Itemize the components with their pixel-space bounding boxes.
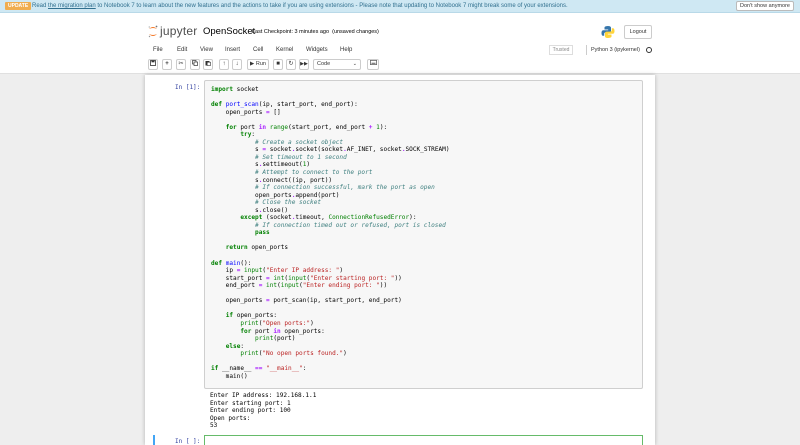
command-palette-button[interactable] (367, 59, 379, 70)
restart-button[interactable]: ↻ (286, 59, 296, 70)
cell-1-input[interactable]: import socket def port_scan(ip, start_po… (204, 80, 643, 389)
copy-button[interactable] (190, 59, 200, 70)
menu-file[interactable]: File (153, 44, 163, 56)
move-up-button[interactable]: ↑ (219, 59, 229, 70)
output-line: Enter IP address: 192.168.1.1 (210, 392, 317, 399)
scissors-icon: ✂ (178, 61, 184, 67)
interrupt-button[interactable]: ■ (273, 59, 283, 70)
run-label: Run (255, 61, 266, 67)
cell-1-prompt: In [1]: (175, 84, 201, 91)
cell-1-code[interactable]: import socket def port_scan(ip, start_po… (211, 86, 450, 380)
banner-text-before: Read (32, 3, 49, 9)
python-logo-icon (601, 26, 615, 38)
insert-cell-button[interactable]: + (162, 59, 172, 70)
menu-widgets[interactable]: Widgets (306, 44, 328, 56)
menu-kernel[interactable]: Kernel (276, 44, 293, 56)
plus-icon: + (165, 61, 169, 67)
menu-insert[interactable]: Insert (225, 44, 240, 56)
cell-type-value: Code (317, 61, 331, 67)
notebook-container: In [1]: import socket def port_scan(ip, … (145, 75, 655, 445)
checkpoint-status: Last Checkpoint: 3 minutes ago (unsaved … (252, 29, 379, 35)
cut-button[interactable]: ✂ (176, 59, 186, 70)
update-badge: UPDATE (5, 2, 32, 10)
kernel-idle-icon (646, 47, 652, 53)
floppy-disk-icon (150, 60, 156, 66)
cell-1-output: Enter IP address: 192.168.1.1 Enter start… (210, 392, 316, 430)
jupyter-wordmark: jupyter (160, 24, 198, 38)
last-checkpoint: Last Checkpoint: 3 minutes ago (252, 29, 330, 35)
copy-icon (192, 60, 198, 66)
restart-run-all-button[interactable]: ▶▶ (299, 59, 309, 70)
menu-help[interactable]: Help (340, 44, 352, 56)
banner-message: Read the migration plan to Notebook 7 to… (32, 0, 568, 12)
dont-show-anymore-button[interactable]: Don't show anymore (736, 1, 794, 11)
play-icon: ▶ (250, 61, 255, 67)
autosave-status: (unsaved changes) (332, 29, 379, 35)
keyboard-icon (369, 60, 377, 65)
migration-plan-link[interactable]: the migration plan (48, 3, 96, 9)
run-button[interactable]: ▶ Run (247, 59, 269, 70)
notebook-title[interactable]: OpenSocket (203, 26, 255, 37)
cell-2-prompt: In [ ]: (175, 438, 201, 445)
chevron-down-icon: ⌄ (352, 61, 357, 67)
output-line: 53 (210, 422, 218, 430)
menu-view[interactable]: View (200, 44, 213, 56)
jupyter-orb-icon (148, 25, 158, 38)
arrow-up-icon: ↑ (222, 61, 226, 67)
menu-cell[interactable]: Cell (253, 44, 263, 56)
save-button[interactable] (148, 59, 158, 70)
kernel-name[interactable]: Python 3 (ipykernel) (591, 45, 640, 55)
banner-text-after: to Notebook 7 to learn about the new fea… (95, 3, 568, 9)
stop-icon: ■ (276, 61, 280, 67)
move-down-button[interactable]: ↓ (232, 59, 242, 70)
output-line: Enter starting port: 1 (210, 399, 291, 407)
trusted-indicator[interactable]: Trusted (549, 45, 573, 55)
arrow-down-icon: ↓ (235, 61, 239, 67)
cell-2-input[interactable] (204, 435, 643, 445)
paste-icon (205, 61, 211, 66)
cell-type-select[interactable]: Code ⌄ (313, 59, 361, 70)
jupyter-logo[interactable]: jupyter (148, 24, 198, 40)
kernel-divider (586, 45, 587, 55)
logout-button[interactable]: Logout (624, 25, 652, 39)
restart-icon: ↻ (288, 61, 294, 67)
update-banner: UPDATE Read the migration plan to Notebo… (0, 0, 800, 13)
menu-edit[interactable]: Edit (177, 44, 187, 56)
output-line: Open ports: (210, 414, 251, 422)
output-line: Enter ending port: 100 (210, 407, 291, 415)
notebook-header: jupyter OpenSocket Last Checkpoint: 3 mi… (0, 13, 800, 74)
fast-forward-icon: ▶▶ (300, 61, 308, 67)
active-cell-indicator (153, 435, 155, 445)
paste-button[interactable] (203, 59, 213, 70)
